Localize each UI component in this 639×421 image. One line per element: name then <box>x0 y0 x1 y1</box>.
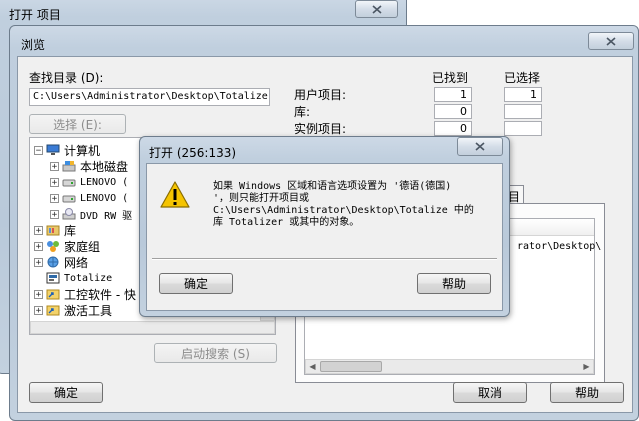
expand-icon[interactable]: + <box>34 241 43 251</box>
select-button[interactable]: 选择 (E): <box>29 114 126 134</box>
network-icon <box>47 256 59 268</box>
message-divider <box>152 258 497 260</box>
tree-item-label: 网络 <box>64 255 89 270</box>
dvd-drive-icon <box>62 208 76 220</box>
tree-item-label: 计算机 <box>64 143 101 158</box>
warning-icon <box>160 181 190 208</box>
path-field[interactable]: C:\Users\Administrator\Desktop\Totalize <box>29 88 270 106</box>
ok-label: 确定 <box>53 386 78 400</box>
start-search-button[interactable]: 启动搜索 (S) <box>154 343 277 363</box>
cancel-label: 取消 <box>477 386 502 400</box>
message-line: 如果 Windows 区域和语言选项设置为 '德语(德国) <box>213 181 452 192</box>
results-horizontal-scrollbar[interactable]: ◀ ▶ <box>305 359 594 374</box>
found-header: 已找到 <box>432 71 469 85</box>
expand-icon[interactable]: + <box>34 289 43 299</box>
results-path-fragment: rator\Desktop\ <box>517 241 602 252</box>
found-count-libraries: 0 <box>434 104 472 119</box>
expand-icon[interactable]: + <box>34 257 43 267</box>
help-label: 帮助 <box>574 386 599 400</box>
collapse-icon[interactable]: − <box>34 145 43 155</box>
found-count-user-projects: 1 <box>434 87 472 102</box>
expand-icon[interactable]: + <box>50 193 59 203</box>
tree-item-label: 本地磁盘 <box>80 159 129 174</box>
local-disk-icon <box>62 161 76 172</box>
ok-label: 确定 <box>183 277 208 291</box>
scroll-thumb[interactable] <box>320 361 382 372</box>
message-box-close-button[interactable] <box>457 137 503 156</box>
message-help-button[interactable]: 帮助 <box>417 273 491 294</box>
found-count-instance-projects: 0 <box>434 121 472 136</box>
open-project-window-title: 打开 项目 <box>9 8 61 22</box>
shortcut-folder-icon <box>46 305 60 316</box>
tree-item-label: 家庭组 <box>64 239 101 254</box>
browse-help-button[interactable]: 帮助 <box>550 382 624 403</box>
browse-dialog-title: 浏览 <box>21 38 46 52</box>
stat-label-instance-projects: 实例项目: <box>294 122 347 136</box>
browse-close-button[interactable] <box>588 32 634 50</box>
drive-icon <box>62 179 76 187</box>
selected-header: 已选择 <box>504 71 541 85</box>
project-icon <box>46 272 60 284</box>
message-line: C:\Users\Administrator\Desktop\Totalize … <box>213 205 474 216</box>
tree-item-label: LENOVO ( <box>80 192 129 204</box>
browse-cancel-button[interactable]: 取消 <box>453 382 527 403</box>
homegroup-icon <box>47 241 59 252</box>
close-icon <box>371 4 382 14</box>
shortcut-folder-icon <box>46 289 60 300</box>
tree-item-label: 库 <box>64 223 77 238</box>
start-search-label: 启动搜索 (S) <box>181 346 250 361</box>
message-ok-button[interactable]: 确定 <box>159 273 233 294</box>
expand-icon[interactable]: + <box>34 305 43 315</box>
close-icon <box>606 36 616 46</box>
selected-count-instance-projects <box>504 121 542 136</box>
tree-item-label: DVD RW 驱 <box>80 210 133 222</box>
select-button-label: 选择 (E): <box>53 117 102 132</box>
drive-icon <box>62 195 76 203</box>
close-icon <box>475 142 485 151</box>
expand-icon[interactable]: + <box>50 161 59 171</box>
tree-item-label: 激活工具 <box>64 303 113 318</box>
selected-count-libraries <box>504 104 542 119</box>
library-icon <box>46 225 60 236</box>
help-label: 帮助 <box>441 277 466 291</box>
scroll-right-arrow[interactable]: ▶ <box>580 360 593 373</box>
tree-item-label: 工控软件 - 快 <box>64 287 136 302</box>
path-value: C:\Users\Administrator\Desktop\Totalize <box>33 91 268 102</box>
tree-horizontal-scrollbar[interactable] <box>30 321 275 334</box>
computer-icon <box>46 144 60 155</box>
message-box-title: 打开 (256:133) <box>149 146 237 160</box>
expand-icon[interactable]: + <box>50 209 59 219</box>
expand-icon[interactable]: + <box>34 225 43 235</box>
message-box-client: 如果 Windows 区域和语言选项设置为 '德语(德国) '，则只能打开项目或… <box>146 163 503 311</box>
browse-ok-button[interactable]: 确定 <box>29 382 103 403</box>
scroll-left-arrow[interactable]: ◀ <box>306 360 319 373</box>
lookin-label: 查找目录 (D): <box>29 71 104 85</box>
message-line: '，则只能打开项目或 <box>213 193 310 204</box>
message-text: 如果 Windows 区域和语言选项设置为 '德语(德国) '，则只能打开项目或… <box>213 181 498 229</box>
tree-item-label: Totalize <box>64 272 113 284</box>
open-project-close-button[interactable] <box>355 0 398 18</box>
selected-count-user-projects: 1 <box>504 87 542 102</box>
stat-label-libraries: 库: <box>294 105 311 119</box>
expand-icon[interactable]: + <box>50 177 59 187</box>
message-box: 打开 (256:133) 如果 Windows 区域和语言选项设置为 '德语(德… <box>139 136 510 317</box>
message-line: 库 Totalizer 或其中的对象。 <box>213 217 360 228</box>
stat-label-user-projects: 用户项目: <box>294 88 347 102</box>
tree-item-label: LENOVO ( <box>80 176 129 188</box>
